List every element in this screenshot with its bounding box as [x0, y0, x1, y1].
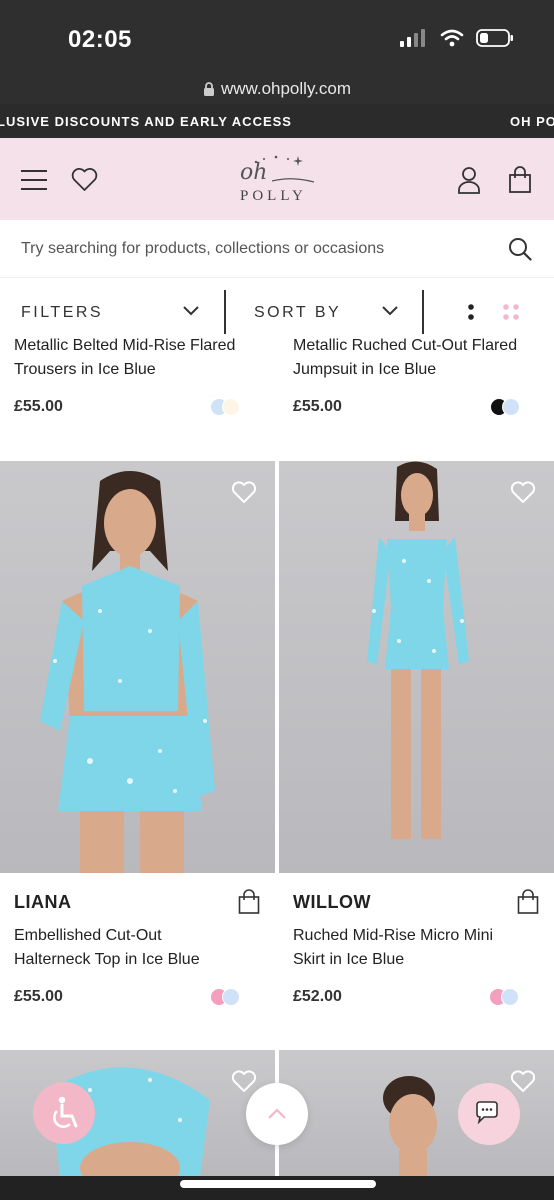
chevron-up-icon	[268, 1108, 286, 1119]
add-to-wishlist-heart-icon[interactable]	[510, 1070, 536, 1094]
swatch-ice-blue[interactable]	[501, 988, 519, 1006]
product-card-top-left[interactable]: Metallic Belted Mid-Rise Flared Trousers…	[14, 338, 264, 438]
color-swatches[interactable]	[489, 988, 519, 1006]
grid-view-icon[interactable]	[501, 302, 521, 322]
promo-text: LUSIVE DISCOUNTS AND EARLY ACCESS	[0, 114, 292, 129]
product-image-liana[interactable]	[0, 461, 275, 873]
product-title-line1: Embellished Cut-Out	[14, 927, 162, 944]
oh-polly-logo[interactable]: oh POLLY	[232, 152, 322, 208]
status-time: 02:05	[68, 26, 132, 53]
status-icons	[400, 28, 514, 48]
product-brand[interactable]: WILLOW	[293, 892, 371, 913]
add-to-wishlist-heart-icon[interactable]	[231, 1070, 257, 1094]
product-title-line1: Metallic Belted Mid-Rise Flared	[14, 338, 236, 354]
url-text: www.ohpolly.com	[220, 79, 352, 98]
accessibility-icon	[53, 1096, 78, 1128]
swatch-ice-blue[interactable]	[222, 988, 240, 1006]
product-price: £55.00	[293, 398, 342, 415]
add-to-wishlist-heart-icon[interactable]	[510, 481, 536, 505]
filters-dropdown[interactable]: FILTERS	[0, 278, 224, 338]
promo-banner[interactable]: LUSIVE DISCOUNTS AND EARLY ACCESS OH PO	[0, 104, 554, 138]
product-price: £55.00	[14, 398, 63, 415]
filter-sort-bar: FILTERS SORT BY	[0, 278, 554, 338]
status-bar: 02:05	[0, 0, 554, 74]
account-icon[interactable]	[457, 166, 481, 194]
swatch-ice-blue[interactable]	[502, 398, 520, 416]
product-title-line2: Jumpsuit in Ice Blue	[293, 361, 437, 378]
single-column-view-icon[interactable]	[466, 302, 476, 322]
chat-icon	[476, 1101, 498, 1125]
scroll-to-top-button[interactable]	[246, 1083, 308, 1145]
search-input[interactable]	[21, 236, 481, 262]
toolbar-divider	[224, 290, 226, 334]
product-title[interactable]: Embellished Cut-Out Halterneck Top in Ic…	[14, 924, 269, 972]
shopping-bag-icon[interactable]	[508, 166, 532, 194]
color-swatches[interactable]	[490, 398, 520, 416]
product-price: £52.00	[293, 988, 342, 1005]
search-bar	[0, 220, 554, 278]
color-swatches[interactable]	[210, 988, 240, 1006]
quick-add-bag-icon[interactable]	[517, 889, 539, 915]
logo-polly-text: POLLY	[240, 188, 307, 204]
product-title-line2: Skirt in Ice Blue	[293, 951, 405, 968]
product-title-line2: Halterneck Top in Ice Blue	[14, 951, 200, 968]
chat-button[interactable]	[458, 1083, 520, 1145]
home-indicator[interactable]	[180, 1180, 376, 1188]
logo-swash-icon	[272, 178, 314, 183]
signal-icon	[400, 29, 425, 47]
promo-text-repeat: OH PO	[510, 114, 554, 129]
product-title-line1: Metallic Ruched Cut-Out Flared	[293, 338, 518, 354]
model-illustration	[367, 461, 469, 839]
search-icon[interactable]	[508, 237, 532, 261]
logo-oh-text: oh	[240, 160, 268, 185]
filters-label: FILTERS	[21, 304, 104, 321]
product-title-line2: Trousers in Ice Blue	[14, 361, 156, 378]
model-illustration	[40, 471, 215, 873]
url-bar[interactable]: www.ohpolly.com	[0, 74, 554, 104]
chevron-down-icon	[382, 306, 398, 316]
wishlist-heart-icon[interactable]	[71, 168, 98, 192]
quick-add-bag-icon[interactable]	[238, 889, 260, 915]
product-image-willow[interactable]	[279, 461, 554, 873]
accessibility-button[interactable]	[33, 1082, 95, 1144]
chevron-down-icon	[183, 306, 199, 316]
battery-icon	[476, 29, 513, 47]
menu-icon[interactable]	[20, 168, 48, 192]
product-card-top-right[interactable]: Metallic Ruched Cut-Out Flared Jumpsuit …	[293, 338, 548, 438]
sort-label: SORT BY	[254, 304, 342, 321]
swatch-cream[interactable]	[222, 398, 240, 416]
product-price: £55.00	[14, 988, 63, 1005]
product-brand[interactable]: LIANA	[14, 892, 72, 913]
add-to-wishlist-heart-icon[interactable]	[231, 481, 257, 505]
toolbar-divider	[422, 290, 424, 334]
wifi-icon	[440, 29, 464, 47]
color-swatches[interactable]	[210, 398, 240, 416]
product-title[interactable]: Ruched Mid-Rise Micro Mini Skirt in Ice …	[293, 924, 548, 972]
site-header: oh POLLY	[0, 138, 554, 220]
sort-dropdown[interactable]: SORT BY	[228, 278, 422, 338]
lock-icon	[203, 81, 214, 96]
product-title-line1: Ruched Mid-Rise Micro Mini	[293, 927, 494, 944]
